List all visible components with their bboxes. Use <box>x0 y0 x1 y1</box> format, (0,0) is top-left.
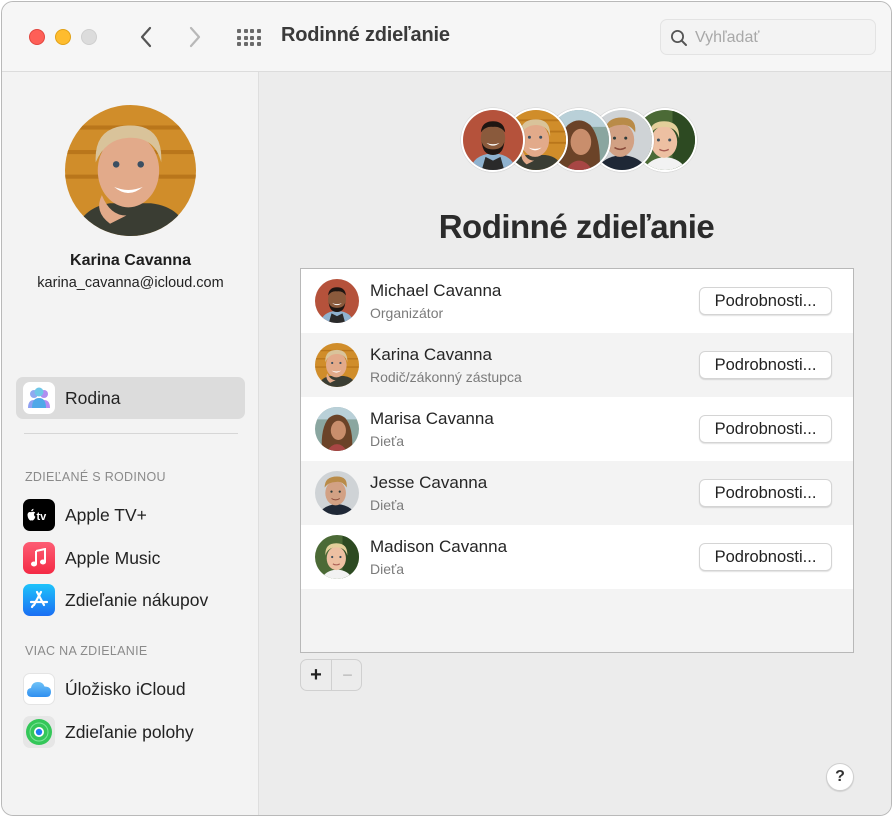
sidebar-item-location-sharing[interactable]: Zdieľanie polohy <box>16 711 245 753</box>
member-name: Michael Cavanna <box>370 281 502 300</box>
family-icon <box>23 382 55 414</box>
details-button[interactable]: Podrobnosti... <box>699 543 832 571</box>
sidebar-item-icloud-storage[interactable]: Úložisko iCloud <box>16 668 245 710</box>
grid-dot <box>250 35 254 40</box>
avatar <box>315 407 359 451</box>
profile-email: karina_cavanna@icloud.com <box>37 275 224 291</box>
sidebar-item-label: Zdieľanie nákupov <box>65 589 209 610</box>
family-members-list: Michael Cavanna Organizátor Podrobnosti.… <box>300 268 854 653</box>
grid-dot <box>256 29 261 33</box>
app-store-icon <box>23 584 55 616</box>
grid-dot <box>243 29 248 33</box>
apple-tv-icon: tv <box>23 499 55 531</box>
member-role: Organizátor <box>370 305 444 321</box>
grid-dot <box>243 35 248 40</box>
sidebar-item-apple-music[interactable]: Apple Music <box>16 537 245 579</box>
avatar <box>315 535 359 579</box>
avatar <box>315 279 359 323</box>
sidebar-item-label: Apple Music <box>65 547 161 568</box>
add-member-button[interactable]: + <box>301 660 332 690</box>
member-row[interactable]: Michael Cavanna Organizátor Podrobnosti.… <box>301 269 853 333</box>
window-title: Rodinné zdieľanie <box>281 24 450 46</box>
grid-dot <box>250 29 254 33</box>
page-heading: Rodinné zdieľanie <box>438 208 715 245</box>
sidebar-item-label: Zdieľanie polohy <box>65 721 194 742</box>
sidebar-item-family[interactable]: Rodina <box>16 377 245 419</box>
search-input[interactable] <box>695 27 865 49</box>
add-remove-control: + − <box>300 659 362 691</box>
help-button[interactable]: ? <box>826 763 854 791</box>
search-icon <box>671 30 687 46</box>
grid-dot <box>243 42 248 46</box>
details-button[interactable]: Podrobnosti... <box>699 415 832 443</box>
details-button[interactable]: Podrobnosti... <box>699 351 832 379</box>
search-field[interactable] <box>660 19 876 55</box>
sidebar-item-purchase-sharing[interactable]: Zdieľanie nákupov <box>16 579 245 621</box>
close-window-button[interactable] <box>29 29 45 45</box>
avatar <box>315 343 359 387</box>
svg-text:tv: tv <box>37 511 48 522</box>
member-role: Dieťa <box>370 497 405 513</box>
avatar <box>315 471 359 515</box>
chevron-right-icon <box>189 26 201 48</box>
title-bar: Rodinné zdieľanie <box>2 2 891 72</box>
member-name: Marisa Cavanna <box>370 409 494 428</box>
family-avatars-group <box>461 108 697 174</box>
sidebar-item-label: Rodina <box>65 387 121 408</box>
member-row[interactable]: Karina Cavanna Rodič/zákonný zástupca Po… <box>301 333 853 397</box>
member-name: Madison Cavanna <box>370 537 508 556</box>
grid-dot <box>250 42 254 46</box>
member-name: Jesse Cavanna <box>370 473 488 492</box>
avatar-michael <box>461 108 525 172</box>
profile-name: Karina Cavanna <box>70 252 191 269</box>
member-row[interactable]: Madison Cavanna Dieťa Podrobnosti... <box>301 525 853 589</box>
grid-dot <box>237 29 241 33</box>
find-my-icon <box>23 716 55 748</box>
remove-member-button[interactable]: − <box>332 660 361 690</box>
member-row[interactable]: Jesse Cavanna Dieťa Podrobnosti... <box>301 461 853 525</box>
sidebar-item-apple-tv[interactable]: tv Apple TV+ <box>16 494 245 536</box>
grid-dot <box>237 35 241 40</box>
sidebar: Karina Cavanna karina_cavanna@icloud.com… <box>2 72 259 815</box>
member-role: Dieťa <box>370 561 405 577</box>
zoom-window-button[interactable] <box>81 29 97 45</box>
section-header-more: VIAC NA ZDIEĽANIE <box>25 644 148 658</box>
minimize-window-button[interactable] <box>55 29 71 45</box>
forward-button[interactable] <box>182 22 208 52</box>
sidebar-item-label: Úložisko iCloud <box>65 678 186 699</box>
member-row[interactable]: Marisa Cavanna Dieťa Podrobnosti... <box>301 397 853 461</box>
member-role: Dieťa <box>370 433 405 449</box>
section-header-shared: ZDIEĽANÉ S RODINOU <box>25 470 166 484</box>
details-button[interactable]: Podrobnosti... <box>699 287 832 315</box>
back-button[interactable] <box>133 22 159 52</box>
apple-music-icon <box>23 542 55 574</box>
icloud-icon <box>23 673 55 705</box>
member-role: Rodič/zákonný zástupca <box>370 369 522 385</box>
system-preferences-window: Rodinné zdieľanie Karina Cavanna karina_… <box>1 1 892 816</box>
sidebar-divider <box>24 433 238 434</box>
member-name: Karina Cavanna <box>370 345 492 364</box>
grid-dot <box>256 42 261 46</box>
sidebar-item-label: Apple TV+ <box>65 504 147 525</box>
main-pane: Rodinné zdieľanie Michael Cavanna Organi… <box>260 72 891 815</box>
details-button[interactable]: Podrobnosti... <box>699 479 832 507</box>
chevron-left-icon <box>140 26 152 48</box>
profile-photo-image <box>65 105 196 236</box>
grid-dot <box>256 35 261 40</box>
profile-avatar[interactable] <box>65 105 196 236</box>
show-all-preferences-button[interactable] <box>235 26 263 48</box>
grid-dot <box>237 42 241 46</box>
